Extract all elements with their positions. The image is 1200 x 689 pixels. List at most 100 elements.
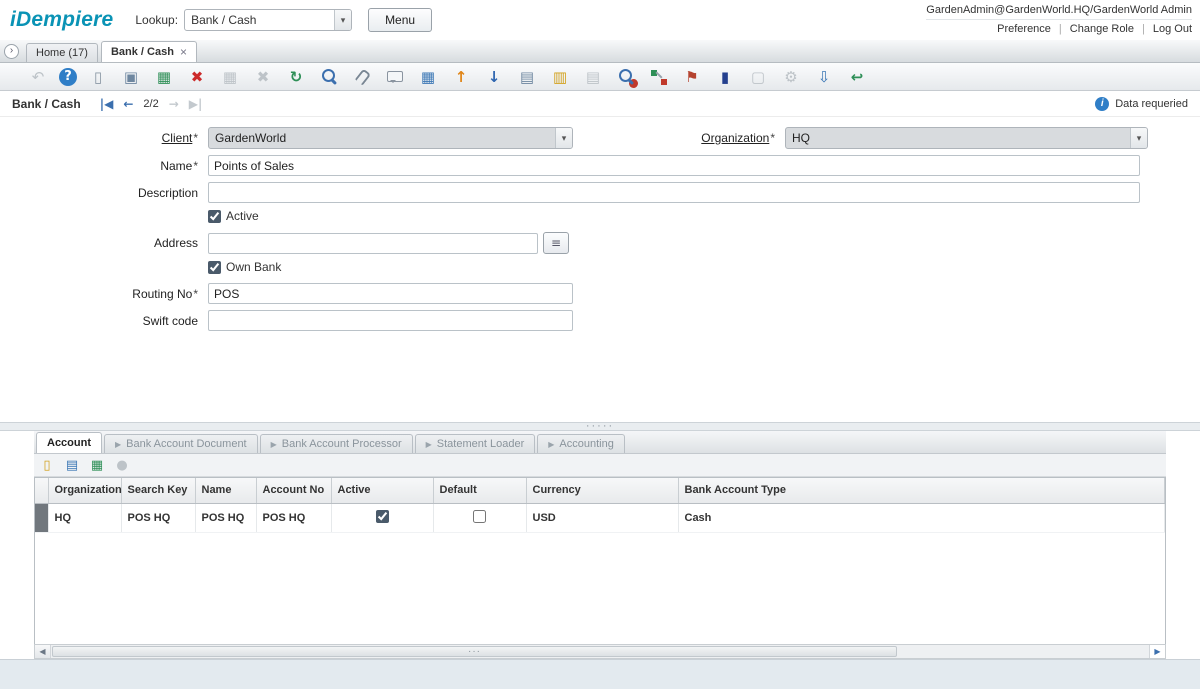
column-header-active[interactable]: Active <box>331 478 433 503</box>
print-icon[interactable]: ▤ <box>581 66 605 88</box>
lock-icon[interactable]: ▮ <box>713 66 737 88</box>
process-icon[interactable]: ⚙ <box>779 66 803 88</box>
description-field[interactable] <box>208 182 1140 203</box>
column-header-name[interactable]: Name <box>195 478 256 503</box>
detail-refresh-icon[interactable]: ● <box>113 457 131 473</box>
routing-no-label: Routing No* <box>0 287 208 301</box>
column-header-currency[interactable]: Currency <box>526 478 678 503</box>
column-header-default[interactable]: Default <box>433 478 526 503</box>
tab-accounting[interactable]: ▶ Accounting <box>537 434 625 453</box>
requery-icon[interactable]: ↻ <box>284 66 308 88</box>
detail-edit-icon[interactable]: ▤ <box>63 457 81 473</box>
detail-record-icon[interactable]: ↓ <box>482 66 506 88</box>
tab-account-label: Account <box>47 437 91 449</box>
organization-label-text[interactable]: Organization <box>701 131 769 145</box>
save-and-create-icon[interactable]: ▦ <box>218 66 242 88</box>
horizontal-splitter[interactable]: ····· <box>0 422 1200 431</box>
table-row[interactable]: HQ POS HQ POS HQ POS HQ USD Cash <box>35 503 1165 532</box>
column-header-organization[interactable]: Organization <box>48 478 121 503</box>
column-header-account-no[interactable]: Account No <box>256 478 331 503</box>
row-selector[interactable] <box>35 503 48 532</box>
report-icon[interactable]: ▤ <box>515 66 539 88</box>
column-header-search-key[interactable]: Search Key <box>121 478 195 503</box>
help-icon[interactable]: ? <box>59 68 77 86</box>
user-links: Preference | Change Role | Log Out <box>926 19 1192 35</box>
organization-select[interactable]: HQ ▾ <box>785 127 1148 149</box>
scrollbar-thumb[interactable]: ··· <box>52 646 897 657</box>
column-header-bank-account-type[interactable]: Bank Account Type <box>678 478 1165 503</box>
chevron-down-icon[interactable]: ▾ <box>1130 128 1147 148</box>
divider: | <box>1142 23 1145 35</box>
active-workflows-icon[interactable] <box>647 66 671 88</box>
chevron-down-icon[interactable]: ▾ <box>555 128 572 148</box>
own-bank-checkbox[interactable] <box>208 261 221 274</box>
grid-toggle-icon[interactable]: ▦ <box>416 66 440 88</box>
client-select[interactable]: GardenWorld ▾ <box>208 127 573 149</box>
last-record-button[interactable]: ▶| <box>189 97 203 111</box>
tab-bank-cash[interactable]: Bank / Cash × <box>101 41 197 62</box>
tab-statement-loader[interactable]: ▶ Statement Loader <box>415 434 536 453</box>
next-record-button[interactable]: → <box>169 97 179 111</box>
tab-bank-cash-label: Bank / Cash <box>111 46 174 58</box>
detail-new-icon[interactable]: ▯ <box>38 457 56 473</box>
tab-home[interactable]: Home (17) <box>26 43 98 62</box>
routing-no-field[interactable] <box>208 283 573 304</box>
parent-record-icon[interactable]: ↑ <box>449 66 473 88</box>
delete-icon[interactable]: ✖ <box>185 66 209 88</box>
first-record-button[interactable]: |◀ <box>100 97 114 111</box>
name-label: Name* <box>0 159 208 173</box>
copy-record-icon[interactable]: ▣ <box>119 66 143 88</box>
attachment-icon[interactable] <box>350 66 374 88</box>
detail-archive-icon[interactable]: ▦ <box>88 457 106 473</box>
swift-code-field[interactable] <box>208 310 573 331</box>
menu-button[interactable]: Menu <box>368 8 432 32</box>
find-icon[interactable] <box>317 66 341 88</box>
cell-currency: USD <box>526 503 678 532</box>
close-icon[interactable]: × <box>180 45 187 59</box>
swift-code-label: Swift code <box>0 314 208 328</box>
expand-sidebar-button[interactable]: › <box>4 44 19 59</box>
organization-label: Organization* <box>573 131 785 145</box>
cell-organization: HQ <box>48 503 121 532</box>
delete-selection-icon[interactable]: ✖ <box>251 66 275 88</box>
preference-link[interactable]: Preference <box>997 23 1051 35</box>
active-checkbox[interactable] <box>208 210 221 223</box>
check-requests-icon[interactable]: ⚑ <box>680 66 704 88</box>
new-record-icon[interactable]: ▯ <box>86 66 110 88</box>
tab-home-label: Home (17) <box>36 47 88 59</box>
chat-icon[interactable] <box>383 66 407 88</box>
client-label: Client* <box>0 131 208 145</box>
record-navigation-bar: Bank / Cash |◀ ← 2/2 → ▶| i Data requeri… <box>0 91 1200 117</box>
undo-icon[interactable]: ↶ <box>26 66 50 88</box>
address-dialog-button[interactable]: ≡ <box>543 232 569 254</box>
address-field[interactable] <box>208 233 538 254</box>
chevron-down-icon[interactable]: ▾ <box>334 10 351 30</box>
horizontal-scrollbar[interactable]: ◀ ··· ▶ <box>34 644 1166 659</box>
tab-accounting-label: Accounting <box>559 438 613 450</box>
record-form: Client* GardenWorld ▾ Organization* HQ ▾… <box>0 117 1200 422</box>
tab-expand-icon: ▶ <box>548 440 554 449</box>
scroll-right-icon[interactable]: ▶ <box>1149 645 1165 658</box>
change-role-link[interactable]: Change Role <box>1070 23 1134 35</box>
row-active-checkbox[interactable] <box>376 510 389 523</box>
tab-bank-account-processor[interactable]: ▶ Bank Account Processor <box>260 434 413 453</box>
client-label-text[interactable]: Client <box>162 131 193 145</box>
window-customization-icon[interactable]: ▢ <box>746 66 770 88</box>
tab-account[interactable]: Account <box>36 432 102 453</box>
archive-icon[interactable]: ▥ <box>548 66 572 88</box>
lookup-select[interactable]: Bank / Cash ▾ <box>184 9 352 31</box>
tab-bank-account-document[interactable]: ▶ Bank Account Document <box>104 434 258 453</box>
name-field[interactable] <box>208 155 1140 176</box>
save-icon[interactable]: ▦ <box>152 66 176 88</box>
required-marker: * <box>193 287 198 301</box>
tab-bank-account-document-label: Bank Account Document <box>126 438 246 450</box>
export-icon[interactable]: ⇩ <box>812 66 836 88</box>
cell-active <box>331 503 433 532</box>
status-message: Data requeried <box>1115 98 1188 110</box>
logout-link[interactable]: Log Out <box>1153 23 1192 35</box>
previous-record-button[interactable]: ← <box>123 97 133 111</box>
scroll-left-icon[interactable]: ◀ <box>35 645 51 658</box>
csv-import-icon[interactable]: ↩ <box>845 66 869 88</box>
row-default-checkbox[interactable] <box>473 510 486 523</box>
zoom-across-icon[interactable] <box>614 66 638 88</box>
